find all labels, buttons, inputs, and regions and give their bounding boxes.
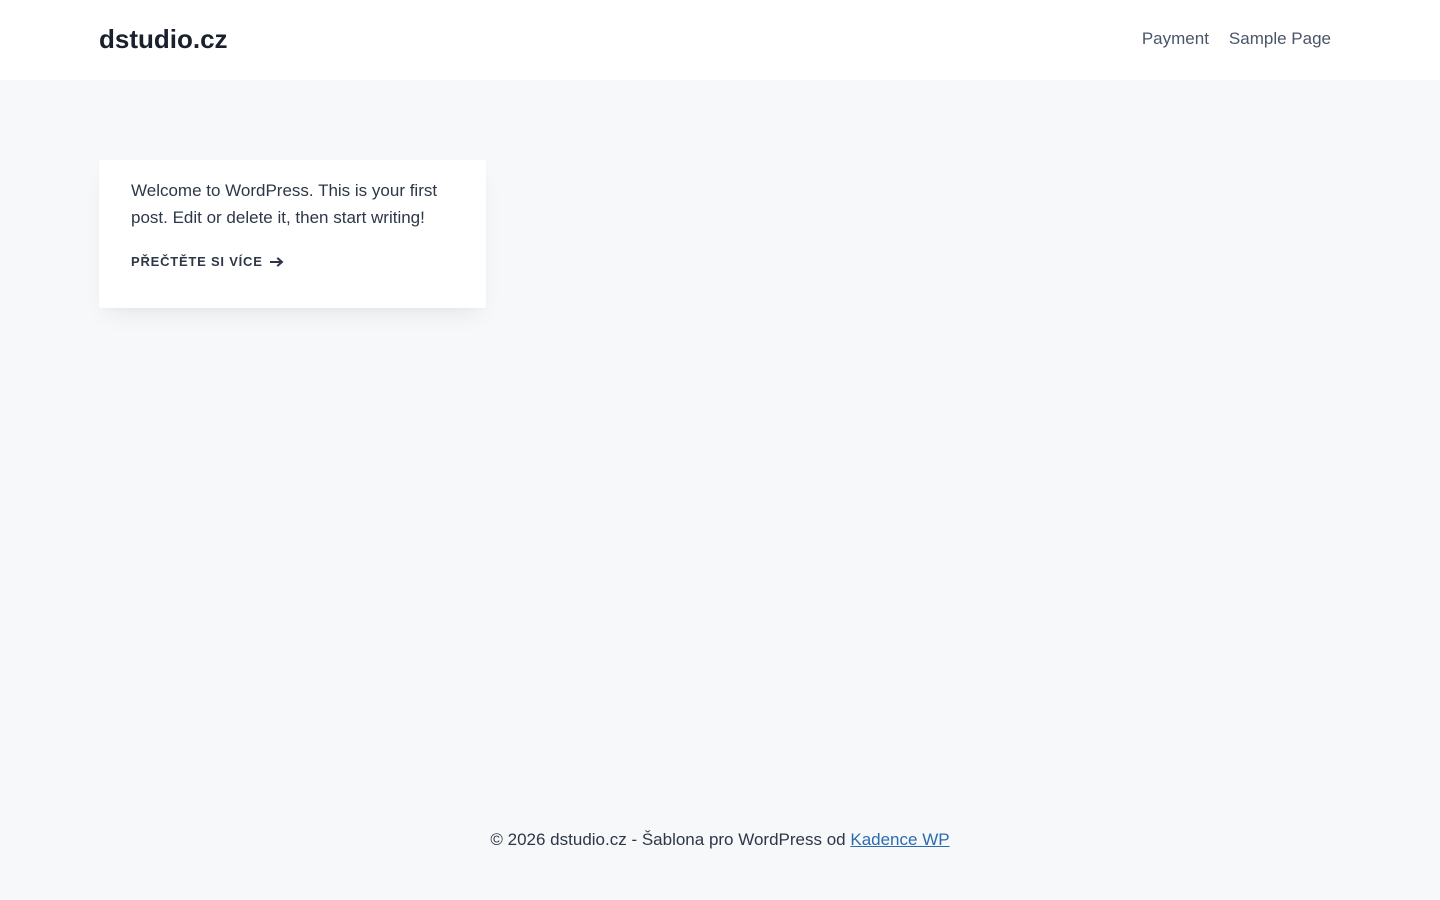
post-card: Welcome to WordPress. This is your first… [99, 160, 486, 308]
read-more-label: PŘEČTĚTE SI VÍCE [131, 254, 263, 269]
main-navigation: Payment Sample Page [1142, 28, 1331, 50]
site-title-link[interactable]: dstudio.cz [99, 23, 228, 55]
site-footer: © 2026 dstudio.cz - Šablona pro WordPres… [0, 800, 1440, 900]
nav-link-payment[interactable]: Payment [1142, 28, 1209, 50]
nav-link-sample-page[interactable]: Sample Page [1229, 28, 1331, 50]
arrow-right-icon [269, 257, 284, 267]
footer-credits: © 2026 dstudio.cz - Šablona pro WordPres… [490, 829, 949, 900]
footer-copyright-text: © 2026 dstudio.cz - Šablona pro WordPres… [490, 830, 851, 849]
footer-kadence-link[interactable]: Kadence WP [850, 830, 949, 849]
read-more-link[interactable]: PŘEČTĚTE SI VÍCE [131, 254, 284, 270]
post-excerpt: Welcome to WordPress. This is your first… [131, 181, 438, 227]
site-header: dstudio.cz Payment Sample Page [0, 0, 1440, 80]
